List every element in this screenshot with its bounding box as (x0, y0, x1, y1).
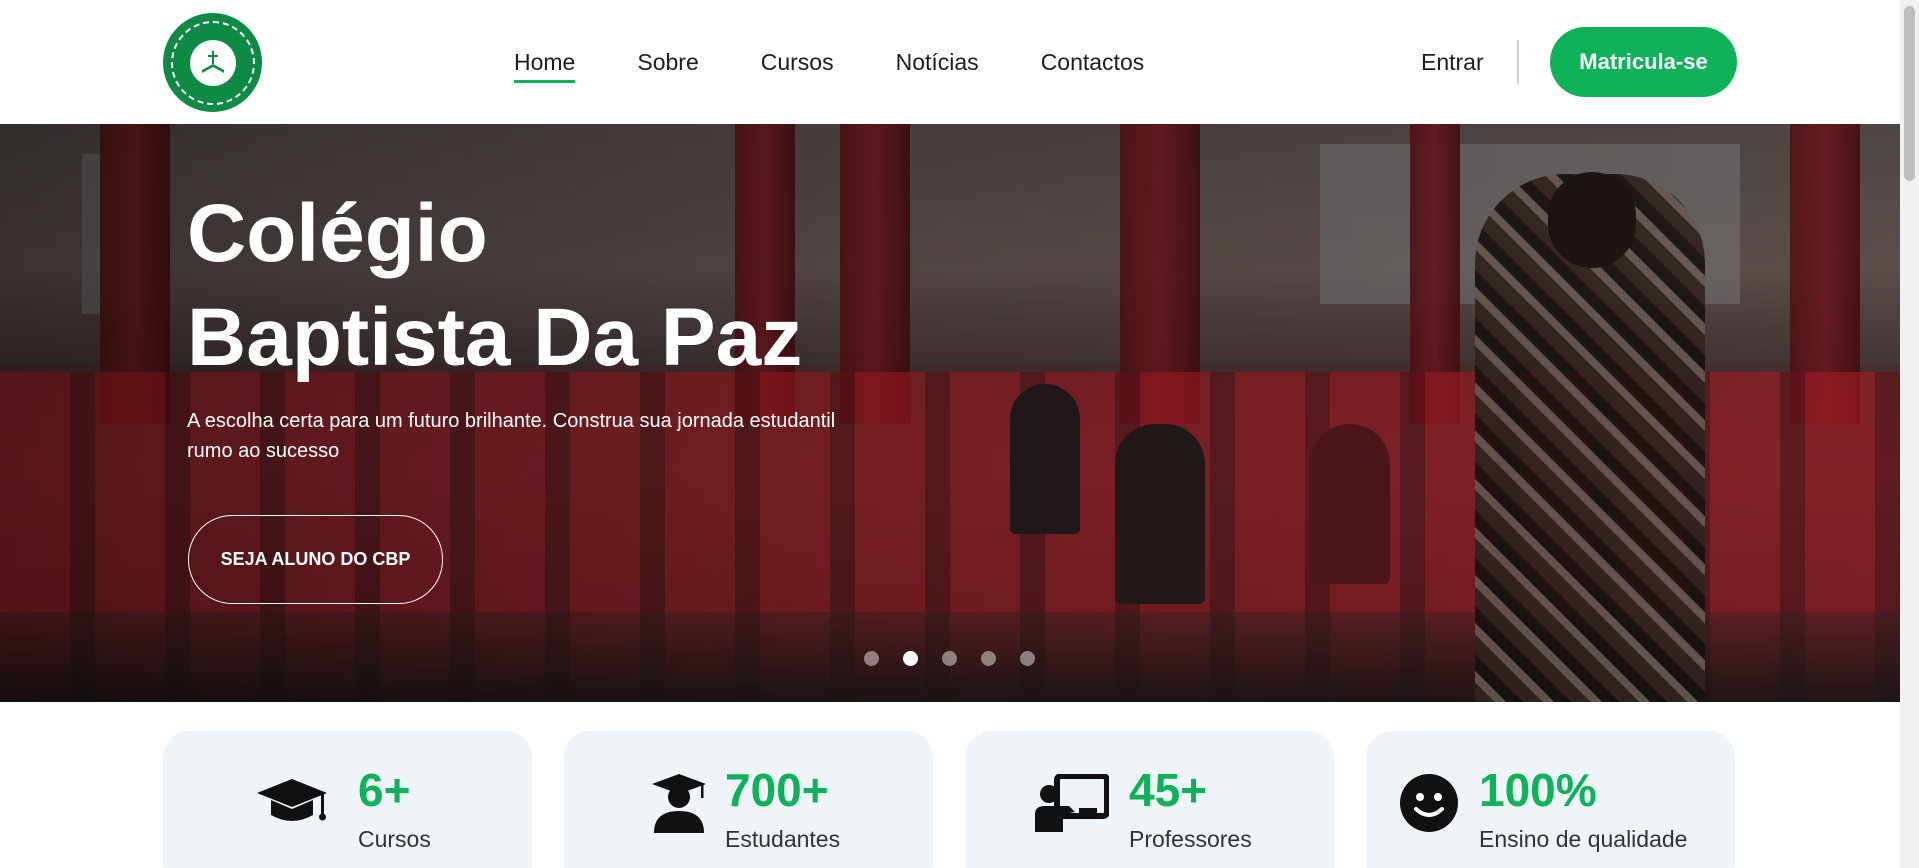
hero-carousel: Colégio Baptista Da Paz A escolha certa … (0, 124, 1900, 702)
carousel-dot-1[interactable] (864, 651, 879, 666)
stat-label: Professores (1129, 826, 1252, 852)
stat-label: Ensino de qualidade (1479, 826, 1688, 852)
nav-sobre[interactable]: Sobre (637, 48, 698, 76)
graduation-cap-icon (255, 773, 329, 833)
nav-contactos[interactable]: Contactos (1041, 48, 1145, 76)
become-student-button[interactable]: SEJA ALUNO DO CBP (188, 515, 443, 604)
teacher-icon (1035, 773, 1109, 833)
hero-title-line1: Colégio (187, 188, 488, 279)
site-header: Home Sobre Cursos Notícias Contactos Ent… (0, 0, 1900, 124)
carousel-dots (864, 651, 1035, 666)
school-logo[interactable] (163, 13, 262, 112)
carousel-dot-4[interactable] (981, 651, 996, 666)
enroll-button[interactable]: Matricula-se (1550, 27, 1737, 97)
nav-home[interactable]: Home (514, 48, 576, 83)
stat-card-cursos: 6+ Cursos (163, 731, 532, 868)
main-nav: Home Sobre Cursos Notícias Contactos (514, 48, 1206, 83)
carousel-dot-3[interactable] (942, 651, 957, 666)
stat-card-estudantes: 700+ Estudantes (564, 731, 933, 868)
nav-noticias[interactable]: Notícias (896, 48, 979, 76)
hero-title: Colégio Baptista Da Paz (187, 182, 802, 390)
logo-emblem-icon (189, 39, 236, 86)
logo-ring (170, 20, 255, 105)
login-link[interactable]: Entrar (1421, 48, 1484, 76)
header-divider (1517, 40, 1519, 84)
stat-label: Estudantes (725, 826, 841, 852)
hero-title-line2: Baptista Da Paz (187, 292, 803, 383)
stat-value: 700+ (725, 764, 829, 816)
stat-card-professores: 45+ Professores (965, 731, 1334, 868)
stat-value: 45+ (1129, 764, 1208, 816)
stat-label: Cursos (358, 826, 431, 852)
carousel-dot-5[interactable] (1020, 651, 1035, 666)
nav-cursos[interactable]: Cursos (761, 48, 834, 76)
scrollbar-thumb[interactable] (1904, 6, 1915, 181)
stats-section: 6+ Cursos 700+ Estudantes 45+ Professore… (163, 731, 1735, 868)
hero-subtitle: A escolha certa para um futuro brilhante… (187, 410, 836, 462)
student-icon (642, 773, 716, 833)
smile-icon (1392, 773, 1466, 833)
stat-value: 100% (1479, 764, 1597, 816)
stat-value: 6+ (358, 764, 411, 816)
stat-card-qualidade: 100% Ensino de qualidade (1366, 731, 1735, 868)
page-scrollbar[interactable] (1900, 0, 1919, 868)
carousel-dot-2[interactable] (903, 651, 918, 666)
